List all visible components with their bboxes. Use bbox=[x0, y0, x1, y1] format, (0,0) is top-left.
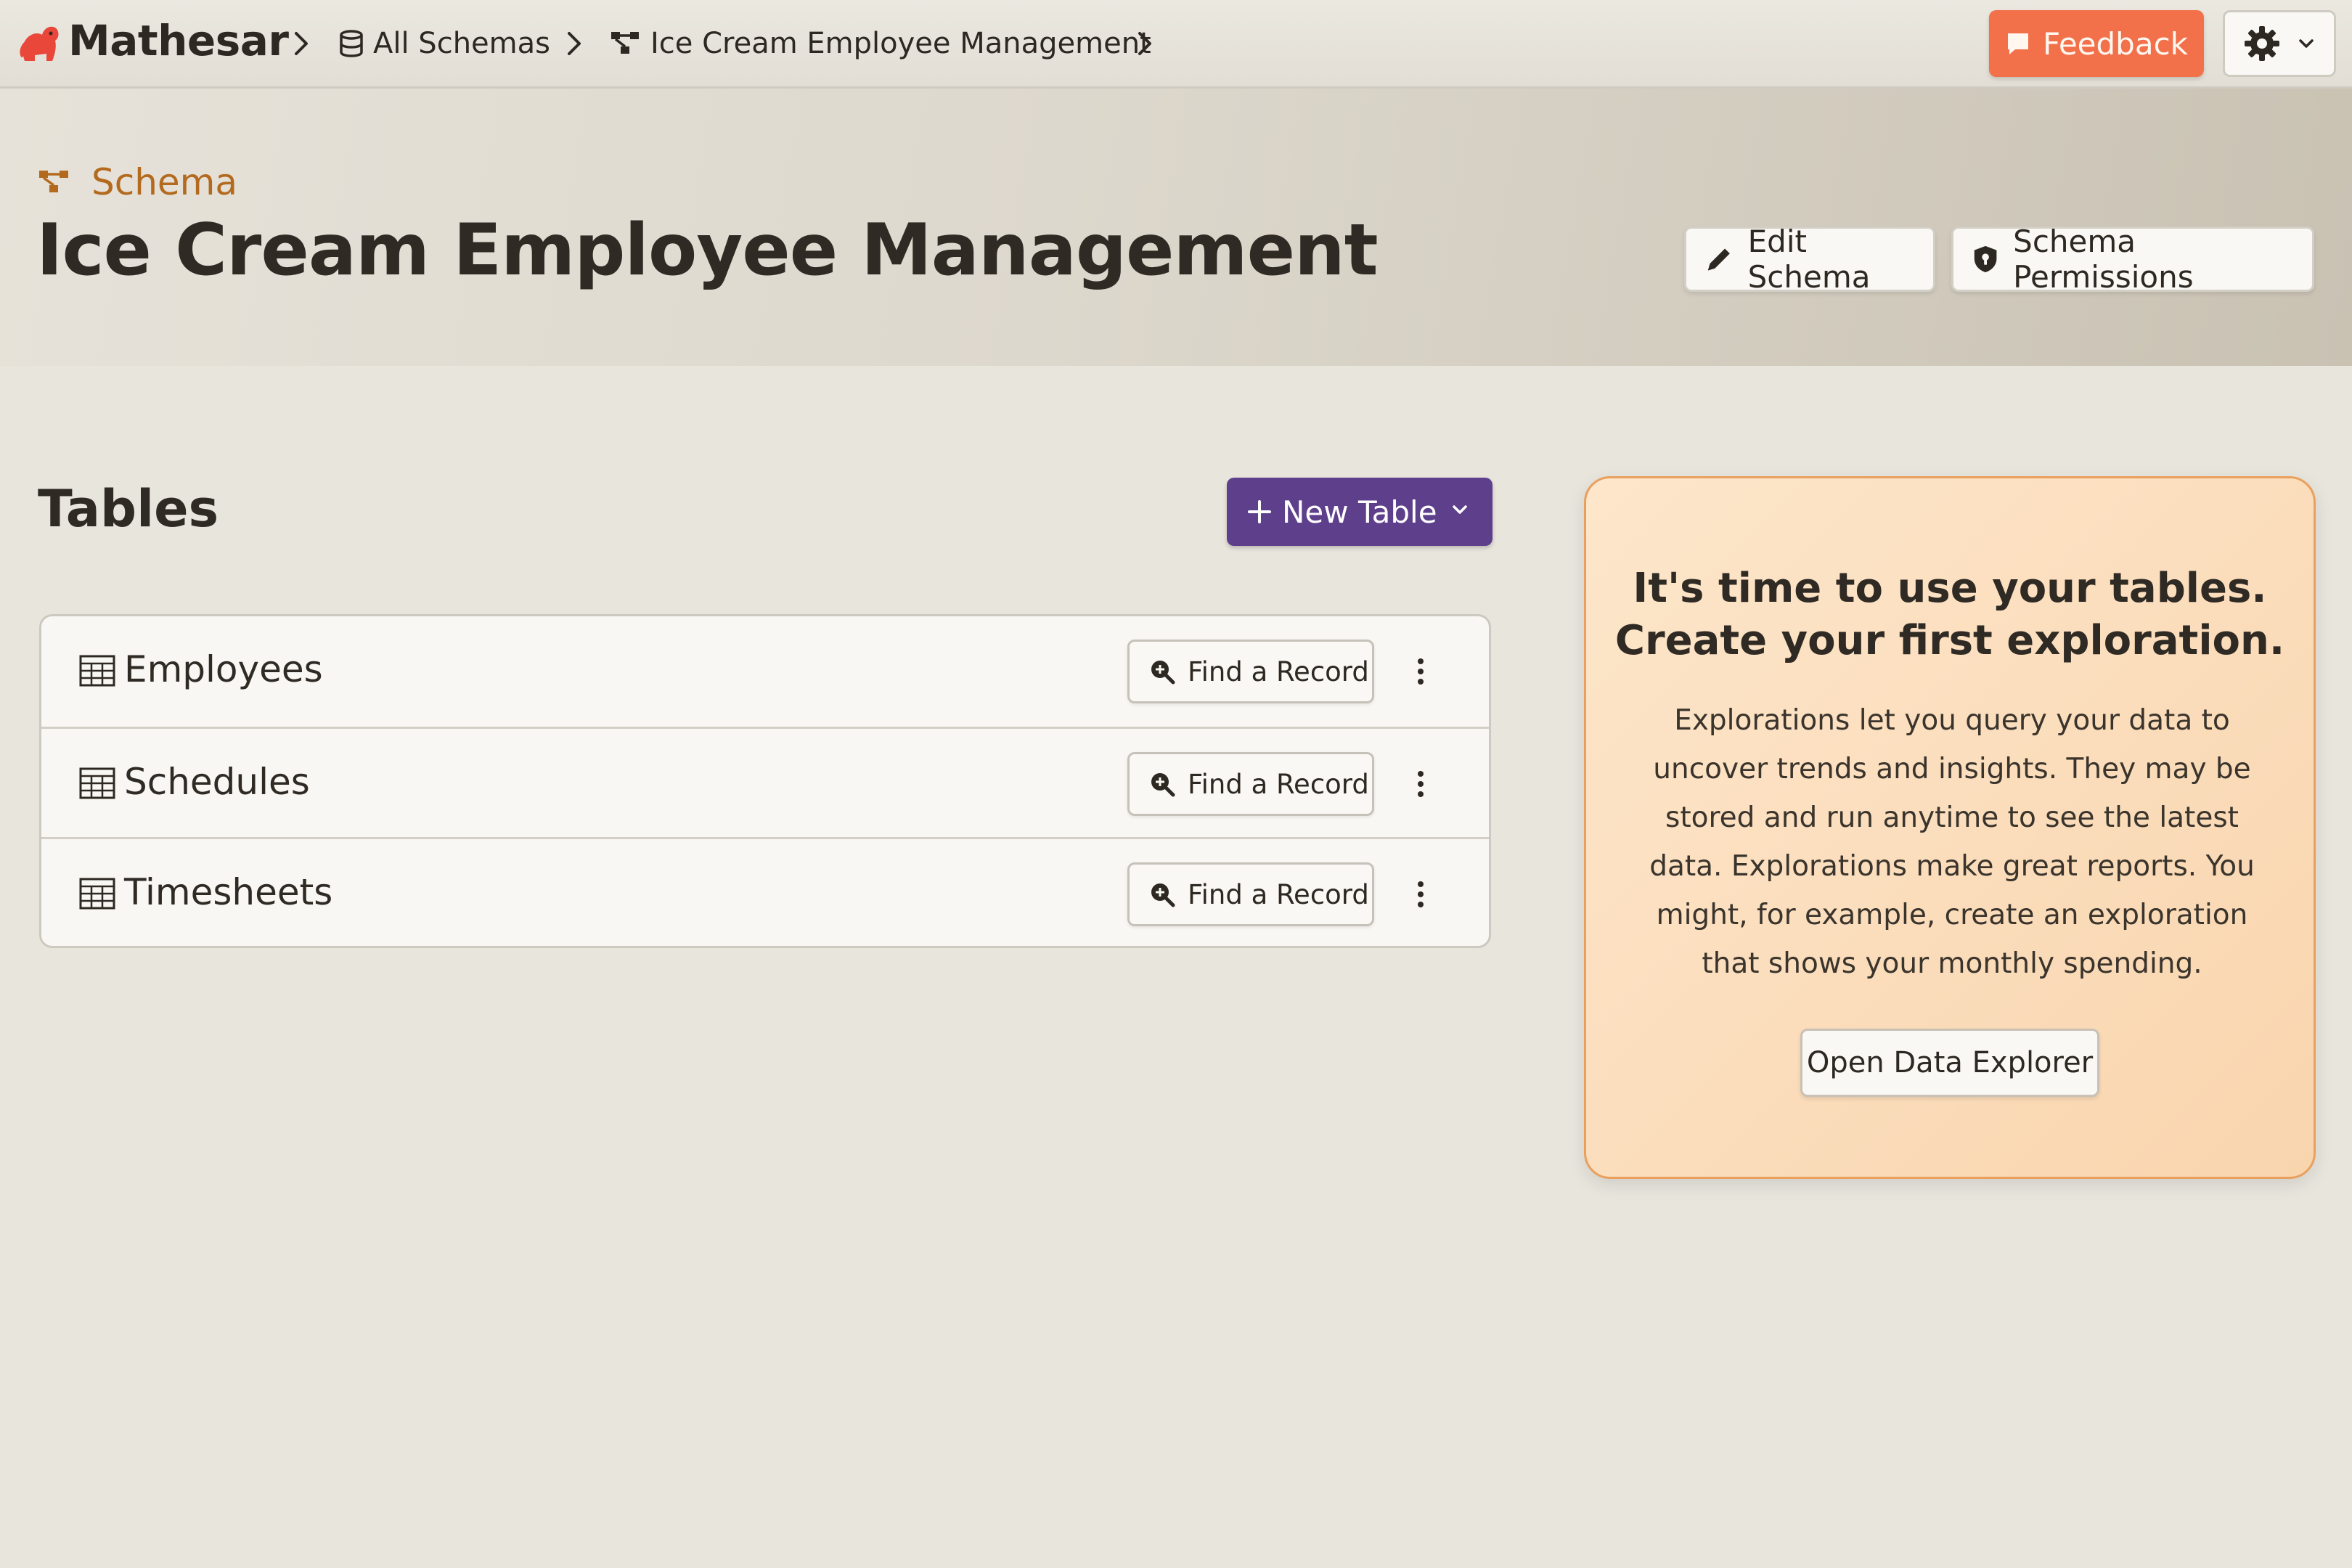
find-record-label: Find a Record bbox=[1188, 878, 1369, 910]
kebab-icon[interactable] bbox=[1406, 651, 1435, 692]
schema-icon bbox=[39, 171, 68, 192]
find-record-label: Find a Record bbox=[1188, 768, 1369, 800]
schema-icon bbox=[611, 32, 639, 54]
chevron-right-icon bbox=[295, 32, 308, 55]
breadcrumb-schema[interactable]: Ice Cream Employee Management bbox=[610, 23, 1151, 64]
find-record-button[interactable]: Find a Record bbox=[1127, 640, 1374, 703]
plus-icon bbox=[1248, 500, 1271, 523]
table-grid-icon bbox=[79, 767, 115, 799]
exploration-promo-title: It's time to use your tables. Create you… bbox=[1586, 563, 2314, 667]
feedback-button[interactable]: Feedback bbox=[1989, 10, 2204, 77]
search-plus-icon bbox=[1151, 773, 1175, 797]
table-name[interactable]: Employees bbox=[124, 648, 323, 690]
kebab-icon[interactable] bbox=[1406, 764, 1435, 804]
pencil-icon bbox=[1707, 248, 1730, 271]
shield-icon bbox=[1974, 245, 1997, 273]
schema-kicker: Schema bbox=[38, 161, 237, 203]
new-table-label: New Table bbox=[1282, 494, 1437, 530]
table-grid-icon bbox=[79, 878, 115, 910]
chevron-down-icon bbox=[2299, 39, 2314, 48]
table-row[interactable]: Timesheets Find a Record bbox=[41, 837, 1489, 946]
table-row[interactable]: Schedules Find a Record bbox=[41, 727, 1489, 837]
breadcrumb-schema-label: Ice Cream Employee Management bbox=[650, 27, 1151, 60]
kebab-icon[interactable] bbox=[1406, 874, 1435, 915]
settings-menu-button[interactable] bbox=[2223, 10, 2336, 77]
table-name[interactable]: Schedules bbox=[124, 761, 310, 803]
exploration-promo-title-line2: Create your first exploration. bbox=[1614, 617, 2285, 664]
tables-list: Employees Find a Record Schedules Find a… bbox=[39, 614, 1491, 948]
schema-kicker-label: Schema bbox=[91, 161, 238, 203]
edit-schema-label: Edit Schema bbox=[1747, 224, 1871, 295]
open-data-explorer-button[interactable]: Open Data Explorer bbox=[1800, 1029, 2099, 1097]
gear-icon bbox=[2245, 26, 2279, 61]
search-plus-icon bbox=[1151, 883, 1175, 907]
chevron-down-icon bbox=[1453, 505, 1467, 514]
tables-heading: Tables bbox=[38, 479, 219, 539]
feedback-label: Feedback bbox=[2042, 25, 2188, 62]
find-record-button[interactable]: Find a Record bbox=[1127, 752, 1374, 816]
elephant-logo-icon[interactable] bbox=[15, 19, 61, 65]
exploration-promo-title-line1: It's time to use your tables. bbox=[1633, 565, 2267, 612]
schema-header: Schema Ice Cream Employee Management Edi… bbox=[0, 89, 2352, 366]
schema-permissions-label: Schema Permissions bbox=[2013, 224, 2194, 295]
chevron-right-icon[interactable] bbox=[1128, 26, 1160, 61]
chevron-right-icon bbox=[568, 32, 581, 55]
exploration-promo-card: It's time to use your tables. Create you… bbox=[1584, 476, 2316, 1179]
find-record-label: Find a Record bbox=[1188, 656, 1369, 687]
table-grid-icon bbox=[79, 655, 115, 687]
find-record-button[interactable]: Find a Record bbox=[1127, 862, 1374, 926]
page-title: Ice Cream Employee Management bbox=[36, 209, 1379, 292]
breadcrumb-all-schemas[interactable]: All Schemas bbox=[338, 23, 550, 64]
table-row[interactable]: Employees Find a Record bbox=[41, 616, 1489, 727]
edit-schema-button[interactable]: Edit Schema bbox=[1684, 224, 1935, 295]
database-icon bbox=[340, 30, 363, 57]
new-table-button[interactable]: New Table bbox=[1227, 478, 1493, 546]
table-name[interactable]: Timesheets bbox=[124, 871, 332, 913]
app-logo-text[interactable]: Mathesar bbox=[68, 16, 289, 65]
search-plus-icon bbox=[1151, 661, 1175, 685]
breadcrumb-all-schemas-label: All Schemas bbox=[373, 27, 550, 60]
schema-permissions-button[interactable]: Schema Permissions bbox=[1951, 224, 2314, 295]
top-bar: Mathesar All Schemas Ice Cream Employee … bbox=[0, 0, 2352, 89]
exploration-promo-body: Explorations let you query your data to … bbox=[1649, 704, 2255, 980]
speech-bubble-icon bbox=[2007, 33, 2028, 54]
